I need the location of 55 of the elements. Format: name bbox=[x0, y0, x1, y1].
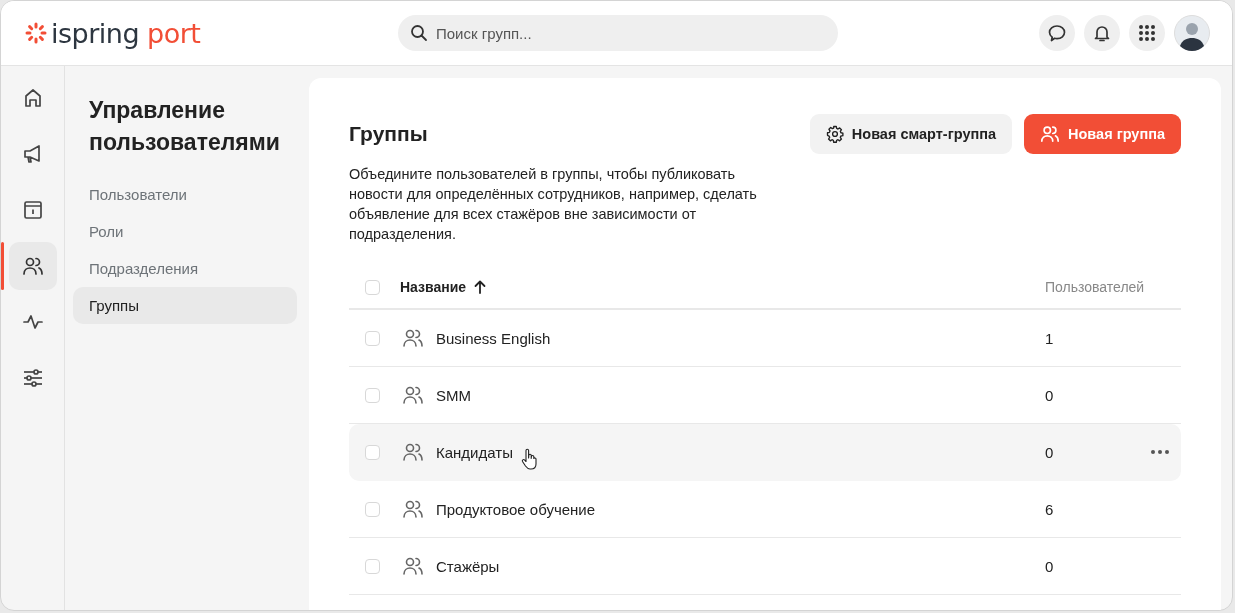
avatar-icon[interactable] bbox=[1174, 15, 1210, 51]
group-name[interactable]: Продуктовое обучение bbox=[436, 500, 596, 518]
select-all-checkbox[interactable] bbox=[365, 279, 380, 295]
speech-bubble-icon bbox=[1047, 23, 1067, 43]
group-name[interactable]: SMM bbox=[436, 386, 471, 404]
users-count: 6 bbox=[1045, 500, 1055, 518]
new-group-button[interactable]: Новая группа bbox=[1024, 114, 1181, 154]
table-row[interactable]: Business English 1 bbox=[349, 310, 1181, 367]
users-column-header: Пользователей bbox=[1045, 279, 1146, 295]
users-icon bbox=[402, 498, 424, 520]
notifications-button[interactable] bbox=[1084, 15, 1120, 51]
sort-ascending-icon[interactable] bbox=[474, 280, 487, 294]
users-icon bbox=[402, 555, 424, 577]
row-checkbox[interactable] bbox=[365, 558, 380, 574]
page-title: Группы bbox=[349, 122, 429, 146]
users-icon bbox=[1040, 124, 1061, 144]
table-row[interactable]: Кандидаты 0 bbox=[349, 424, 1181, 481]
row-checkbox[interactable] bbox=[365, 387, 380, 403]
sidebar-item[interactable]: Подразделения bbox=[73, 250, 297, 287]
users-icon bbox=[402, 384, 424, 406]
section-title: Управление пользователями bbox=[89, 96, 281, 157]
more-icon[interactable] bbox=[1151, 450, 1169, 454]
sliders-icon bbox=[21, 367, 44, 389]
sidebar-item[interactable]: Пользователи bbox=[73, 176, 297, 213]
users-icon bbox=[402, 441, 424, 463]
row-checkbox[interactable] bbox=[365, 501, 380, 517]
settings-icon bbox=[825, 125, 844, 143]
info-board-icon bbox=[21, 199, 44, 221]
chat-button[interactable] bbox=[1039, 15, 1075, 51]
sidebar-item[interactable]: Роли bbox=[73, 213, 297, 250]
logo-burst-icon bbox=[25, 22, 47, 44]
logo-text: ispring bbox=[51, 17, 140, 49]
users-count: 0 bbox=[1045, 443, 1055, 461]
row-checkbox[interactable] bbox=[365, 444, 380, 460]
row-checkbox[interactable] bbox=[365, 330, 380, 346]
table-row[interactable]: Стажёры 0 bbox=[349, 538, 1181, 595]
users-count: 0 bbox=[1045, 557, 1055, 575]
apps-button[interactable] bbox=[1129, 15, 1165, 51]
users-icon bbox=[21, 255, 44, 277]
users-icon bbox=[402, 327, 424, 349]
users-count: 1 bbox=[1045, 329, 1055, 347]
group-name[interactable]: Кандидаты bbox=[436, 443, 513, 461]
logo-accent-text: port bbox=[147, 17, 201, 49]
hand-cursor-icon bbox=[520, 448, 537, 470]
new-smart-group-button[interactable]: Новая смарт-группа bbox=[809, 114, 1013, 154]
group-name[interactable]: Business English bbox=[436, 329, 551, 347]
group-name[interactable]: Стажёры bbox=[436, 557, 500, 575]
table-row[interactable]: Продуктовое обучение 6 bbox=[349, 481, 1181, 538]
search-field[interactable]: Поиск групп... bbox=[398, 15, 838, 51]
grid-dots-icon bbox=[1138, 24, 1156, 42]
page-description: Объедините пользователей в группы, чтобы публиковать новости для определённых сотрудников, например, сделать объявление для всех стажёров вне зависимости от подразделения. bbox=[349, 165, 758, 244]
users-count: 0 bbox=[1045, 386, 1055, 404]
bell-icon bbox=[1092, 23, 1112, 43]
name-column-header[interactable]: Название bbox=[400, 279, 467, 295]
sidebar-item[interactable]: Группы bbox=[73, 287, 297, 324]
